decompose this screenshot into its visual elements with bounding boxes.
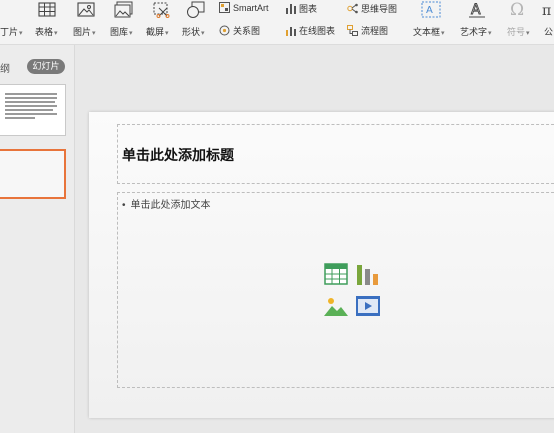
symbol-button: 符号▾ <box>507 27 530 37</box>
body-placeholder-text: • 单击此处添加文本 <box>122 196 211 211</box>
picture-icon[interactable] <box>77 2 95 17</box>
insert-table-icon[interactable] <box>324 263 348 285</box>
flowchart-icon <box>347 25 358 36</box>
textbox-button[interactable]: 文本框▾ <box>413 25 445 38</box>
bullet-marker: • <box>122 200 126 211</box>
insert-chart-icon[interactable] <box>356 263 380 285</box>
smartart-button[interactable]: SmartArt <box>219 2 269 13</box>
table-button[interactable]: 表格▾ <box>35 25 58 38</box>
online-chart-button[interactable]: 在线图表 <box>285 24 335 37</box>
wordart-icon[interactable]: A <box>468 1 486 18</box>
tab-slides[interactable]: 幻灯片 <box>27 59 65 74</box>
formula-icon[interactable]: π <box>542 2 554 17</box>
slide-canvas[interactable]: 单击此处添加标题 • 单击此处添加文本 <box>89 112 554 418</box>
screenshot-icon[interactable] <box>152 1 170 18</box>
shape-icon[interactable] <box>186 1 206 18</box>
mindmap-button[interactable]: 思维导图 <box>347 2 397 15</box>
omega-symbol-icon: Ω <box>510 0 524 18</box>
slide-thumbnail-1[interactable] <box>0 84 66 136</box>
slide-thumbnail-2-selected[interactable] <box>0 149 66 199</box>
picture-button[interactable]: 图片▾ <box>73 25 96 38</box>
svg-text:π: π <box>542 3 551 17</box>
body-placeholder[interactable]: • 单击此处添加文本 <box>117 192 554 388</box>
formula-button[interactable]: 公 <box>544 25 553 38</box>
ribbon-toolbar: SmartArt 图表 思维导图 A A Ω π 丁片▾ 表格▾ 图片▾ 图库▾… <box>0 0 554 45</box>
online-chart-icon <box>286 27 296 36</box>
slide-thumbnail-pane: 纲 幻灯片 <box>0 45 75 433</box>
title-placeholder-text: 单击此处添加标题 <box>122 147 234 163</box>
table-icon[interactable] <box>38 2 56 17</box>
mindmap-icon <box>347 3 358 14</box>
picture-menu-cut[interactable]: 丁片▾ <box>0 25 23 38</box>
tab-outline[interactable]: 纲 <box>0 60 10 75</box>
smartart-icon <box>219 2 230 13</box>
gallery-button[interactable]: 图库▾ <box>110 25 133 38</box>
body-placeholder-label: 单击此处添加文本 <box>130 200 211 211</box>
shape-button[interactable]: 形状▾ <box>182 25 205 38</box>
textbox-icon[interactable]: A <box>421 1 441 18</box>
wordart-button[interactable]: 艺术字▾ <box>460 25 492 38</box>
bar-chart-icon <box>286 4 296 14</box>
svg-text:A: A <box>426 5 433 16</box>
title-placeholder[interactable]: 单击此处添加标题 <box>117 124 554 184</box>
chart-button[interactable]: 图表 <box>285 2 317 15</box>
svg-text:A: A <box>471 2 481 18</box>
gallery-icon[interactable] <box>114 1 134 18</box>
screenshot-button[interactable]: 截屏▾ <box>146 25 169 38</box>
svg-text:Ω: Ω <box>510 0 524 18</box>
insert-picture-icon[interactable] <box>324 295 348 317</box>
relation-chart-button[interactable]: 关系图 <box>219 24 260 37</box>
relation-chart-icon <box>219 25 230 36</box>
flowchart-button[interactable]: 流程图 <box>347 24 388 37</box>
insert-video-icon[interactable] <box>356 295 380 317</box>
